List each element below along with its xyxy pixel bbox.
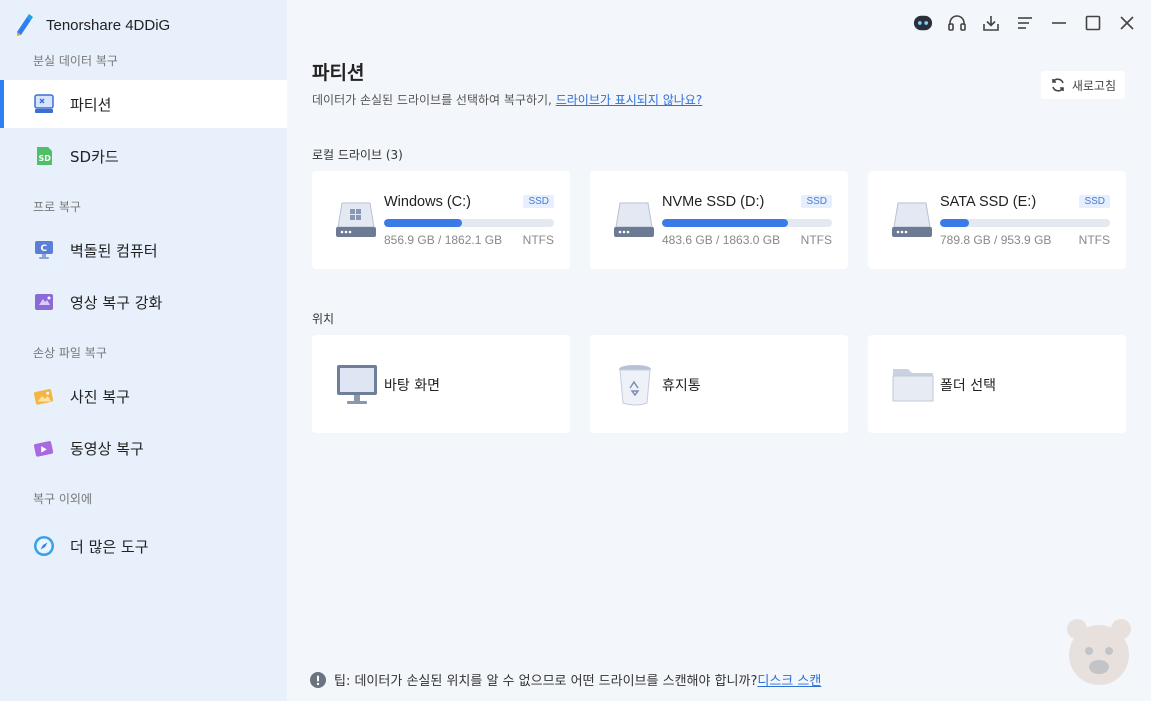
app-title: Tenorshare 4DDiG — [46, 16, 171, 34]
ssd-badge: SSD — [1079, 195, 1110, 208]
location-card-select-folder[interactable]: 폴더 선택 — [868, 335, 1126, 433]
drive-card-e[interactable]: SATA SSD (E:) SSD 789.8 GB / 953.9 GB NT… — [868, 171, 1126, 269]
crashed-computer-icon: C — [32, 238, 56, 262]
drive-filesystem: NTFS — [522, 233, 554, 247]
folder-icon — [892, 369, 934, 402]
drive-filesystem: NTFS — [1078, 233, 1110, 247]
page-title: 파티션 — [312, 62, 365, 84]
local-drives-label: 로컬 드라이브 (3) — [312, 148, 403, 162]
sidebar-item-label: 영상 복구 강화 — [70, 293, 163, 312]
sidebar-item-video[interactable]: 동영상 복구 — [0, 424, 287, 472]
sidebar-item-video-enhance[interactable]: 영상 복구 강화 — [0, 278, 287, 326]
drive-filesystem: NTFS — [800, 233, 832, 247]
sidebar-item-label: 벽돌된 컴퓨터 — [70, 241, 158, 260]
location-name: 휴지통 — [662, 378, 701, 394]
drive-size: 483.6 GB / 1863.0 GB — [662, 233, 781, 247]
usage-bar — [662, 219, 832, 227]
hard-drive-icon — [614, 202, 654, 237]
desktop-icon — [337, 365, 377, 404]
sidebar-item-partition[interactable]: 파티션 — [0, 80, 287, 128]
location-name: 폴더 선택 — [940, 378, 996, 394]
sidebar: Tenorshare 4DDiG 분실 데이터 복구 파티션 SD SD카드 프… — [0, 0, 287, 701]
locations-label: 위치 — [312, 312, 335, 326]
window-controls — [913, 12, 1137, 34]
sidebar-item-crashed-computer[interactable]: C 벽돌된 컴퓨터 — [0, 226, 287, 274]
usage-fill — [662, 219, 788, 227]
minimize-icon[interactable] — [1049, 12, 1069, 34]
assistant-robot-icon[interactable] — [913, 12, 933, 34]
sidebar-item-sd-card[interactable]: SD SD카드 — [0, 132, 287, 180]
drive-name: SATA SSD (E:) — [940, 194, 1037, 210]
refresh-label: 새로고침 — [1071, 78, 1116, 93]
section-label-corrupted: 손상 파일 복구 — [33, 346, 107, 360]
location-name: 바탕 화면 — [384, 378, 440, 394]
drive-size: 856.9 GB / 1862.1 GB — [384, 233, 503, 247]
location-card-desktop[interactable]: 바탕 화면 — [312, 335, 570, 433]
sidebar-item-label: 파티션 — [70, 95, 112, 114]
sidebar-item-label: 사진 복구 — [70, 387, 130, 406]
sidebar-item-more-tools[interactable]: 더 많은 도구 — [0, 522, 287, 570]
svg-text:SD: SD — [39, 154, 52, 163]
main-panel: 파티션 데이터가 손실된 드라이브를 선택하여 복구하기, 드라이브가 표시되지… — [287, 0, 1151, 701]
video-icon — [32, 436, 56, 460]
section-label-beyond: 복구 이외에 — [33, 492, 93, 506]
menu-icon[interactable] — [1015, 12, 1035, 34]
brand: Tenorshare 4DDiG — [12, 12, 170, 38]
svg-text:C: C — [41, 244, 48, 254]
drive-card-d[interactable]: NVMe SSD (D:) SSD 483.6 GB / 1863.0 GB N… — [590, 171, 848, 269]
drive-size: 789.8 GB / 953.9 GB — [940, 233, 1052, 247]
app-logo-icon — [17, 14, 33, 36]
video-enhance-icon — [32, 290, 56, 314]
windows-drive-icon — [336, 202, 376, 237]
location-card-recycle-bin[interactable]: 휴지통 — [590, 335, 848, 433]
recycle-bin-icon — [619, 365, 651, 406]
usage-fill — [940, 219, 969, 227]
section-label-pro: 프로 복구 — [33, 200, 81, 214]
drive-card-c[interactable]: Windows (C:) SSD 856.9 GB / 1862.1 GB NT… — [312, 171, 570, 269]
refresh-button[interactable]: 새로고침 — [1040, 71, 1125, 99]
partition-icon — [32, 92, 56, 116]
ssd-badge: SSD — [801, 195, 832, 208]
app-window: Tenorshare 4DDiG 분실 데이터 복구 파티션 SD SD카드 프… — [0, 0, 1151, 701]
sd-card-icon: SD — [32, 144, 56, 168]
photo-icon — [32, 384, 56, 408]
hard-drive-icon — [892, 202, 932, 237]
drive-not-shown-link[interactable]: 드라이브가 표시되지 않나요? — [556, 93, 702, 107]
usage-bar — [384, 219, 554, 227]
maximize-icon[interactable] — [1083, 12, 1103, 34]
close-icon[interactable] — [1117, 12, 1137, 34]
download-icon[interactable] — [981, 12, 1001, 34]
usage-fill — [384, 219, 463, 227]
refresh-icon — [1052, 78, 1064, 92]
sidebar-item-label: SD카드 — [70, 147, 119, 166]
headset-support-icon[interactable] — [947, 12, 967, 34]
sidebar-item-label: 동영상 복구 — [70, 439, 144, 458]
drive-name: NVMe SSD (D:) — [662, 194, 765, 210]
sidebar-item-photo[interactable]: 사진 복구 — [0, 372, 287, 420]
sidebar-item-label: 더 많은 도구 — [70, 537, 149, 556]
usage-bar — [940, 219, 1110, 227]
drive-name: Windows (C:) — [384, 194, 472, 210]
tip-text: 팁: 데이터가 손실된 위치를 알 수 없으므로 어떤 드라이브를 스캔해야 합… — [334, 674, 758, 689]
ssd-badge: SSD — [523, 195, 554, 208]
page-subtitle: 데이터가 손실된 드라이브를 선택하여 복구하기, 드라이브가 표시되지 않나요… — [312, 91, 702, 108]
compass-icon — [32, 534, 56, 558]
disk-scan-link[interactable]: 디스크 스캔 — [757, 674, 821, 689]
section-label-lost-data: 분실 데이터 복구 — [33, 54, 118, 68]
tip-bar: 팁: 데이터가 손실된 위치를 알 수 없으므로 어떤 드라이브를 스캔해야 합… — [310, 670, 821, 689]
subtitle-text: 데이터가 손실된 드라이브를 선택하여 복구하기, — [312, 93, 556, 107]
info-icon — [310, 671, 326, 688]
mascot-bear-icon — [1067, 619, 1131, 685]
